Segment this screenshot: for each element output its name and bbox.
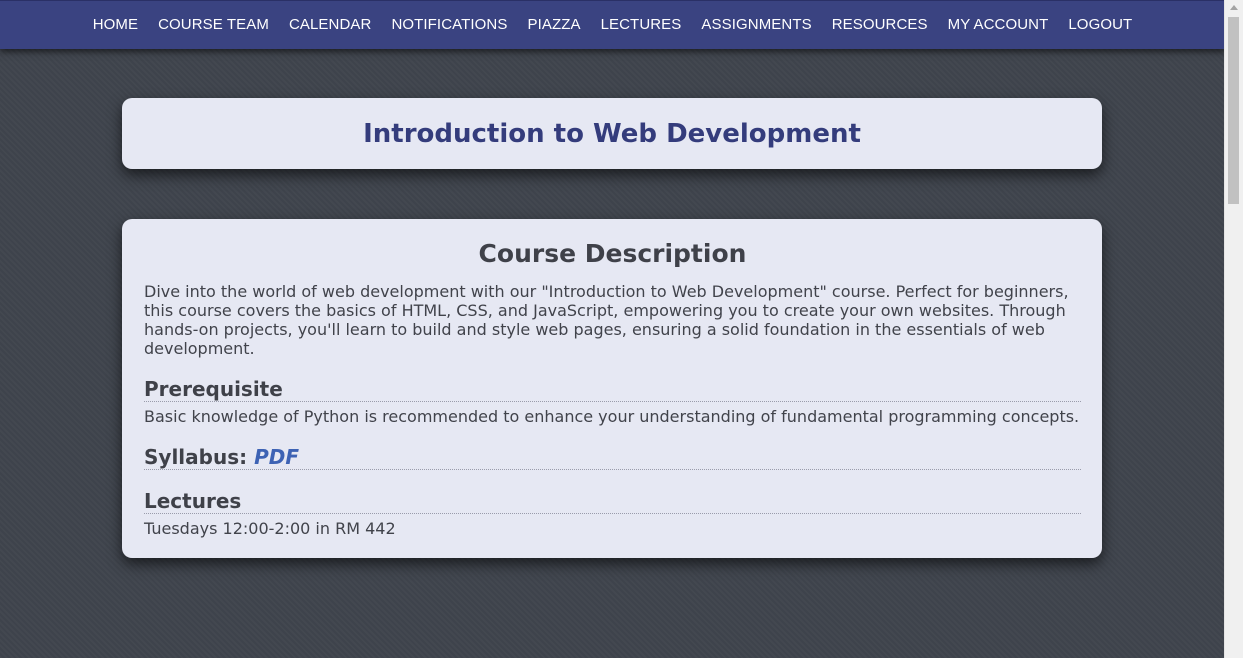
scroll-up-arrow-icon[interactable]: [1230, 5, 1238, 10]
scroll-thumb[interactable]: [1228, 17, 1239, 204]
nav-home[interactable]: HOME: [83, 1, 148, 49]
title-card: Introduction to Web Development: [122, 98, 1102, 169]
nav-notifications[interactable]: NOTIFICATIONS: [381, 1, 517, 49]
prerequisite-text: Basic knowledge of Python is recommended…: [144, 407, 1080, 426]
nav-piazza[interactable]: PIAZZA: [517, 1, 590, 49]
syllabus-label: Syllabus:: [144, 445, 255, 469]
nav-lectures[interactable]: LECTURES: [591, 1, 692, 49]
vertical-scrollbar[interactable]: [1224, 0, 1243, 658]
course-description-heading: Course Description: [478, 239, 747, 268]
lectures-text: Tuesdays 12:00-2:00 in RM 442: [144, 519, 396, 538]
prerequisite-heading: Prerequisite: [144, 377, 1081, 402]
nav-logout[interactable]: LOGOUT: [1058, 1, 1142, 49]
course-description-card: Course Description Dive into the world o…: [122, 219, 1102, 558]
nav-resources[interactable]: RESOURCES: [822, 1, 938, 49]
syllabus-pdf-link[interactable]: PDF: [254, 445, 299, 469]
page-title: Introduction to Web Development: [363, 118, 861, 149]
nav-assignments[interactable]: ASSIGNMENTS: [691, 1, 821, 49]
lectures-heading: Lectures: [144, 489, 1081, 514]
syllabus-heading: Syllabus: PDF: [144, 445, 1081, 470]
top-navbar: HOME COURSE TEAM CALENDAR NOTIFICATIONS …: [0, 0, 1225, 49]
nav-my-account[interactable]: MY ACCOUNT: [938, 1, 1059, 49]
nav-course-team[interactable]: COURSE TEAM: [148, 1, 279, 49]
course-description-text: Dive into the world of web development w…: [144, 282, 1069, 358]
nav-calendar[interactable]: CALENDAR: [279, 1, 382, 49]
